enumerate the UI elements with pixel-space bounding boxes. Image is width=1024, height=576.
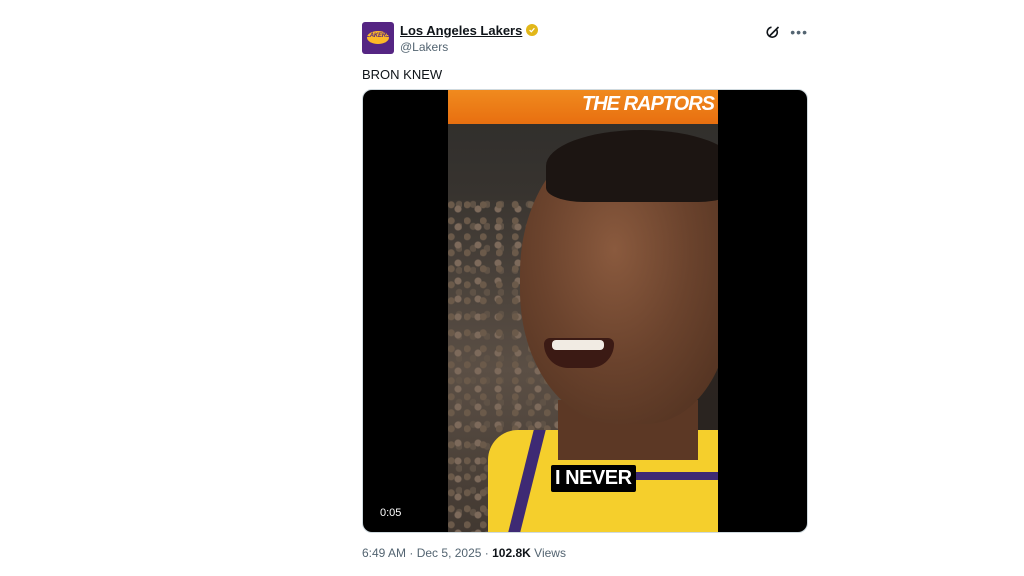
tweet-meta: 6:49 AM · Dec 5, 2025 · 102.8K Views [362,545,808,561]
banner-text: THE RAPTORS [582,93,715,115]
tweet-date[interactable]: Dec 5, 2025 [417,546,482,560]
tweet-actions: ••• [766,24,808,40]
tweet-text: BRON KNEW [362,67,443,82]
avatar[interactable]: LAKERS [362,22,394,54]
more-icon[interactable]: ••• [790,25,808,39]
video-player[interactable]: THE RAPTORS I NEVER 0:05 [362,89,808,533]
verified-badge-icon [526,24,539,36]
meta-separator-2: · [484,546,489,560]
player-teeth [552,340,604,350]
tweet-header: LAKERS Los Angeles Lakers @Lakers ••• [362,18,808,56]
video-caption: I NEVER [551,465,636,492]
meta-separator: · [409,546,414,560]
player-hair [546,130,718,202]
views-count: 102.8K [492,546,531,560]
author-names: Los Angeles Lakers @Lakers [400,22,539,54]
arena-banner: THE RAPTORS [448,90,718,124]
display-name[interactable]: Los Angeles Lakers [400,23,522,38]
video-duration: 0:05 [377,506,405,520]
video-frame: THE RAPTORS I NEVER [448,90,718,532]
tweet-time[interactable]: 6:49 AM [362,546,406,560]
avatar-logo-text: LAKERS [366,33,390,39]
author-handle[interactable]: @Lakers [400,40,538,54]
grok-icon[interactable] [766,24,782,40]
tweet-card: LAKERS Los Angeles Lakers @Lakers ••• BR… [362,18,808,561]
display-name-row: Los Angeles Lakers [400,22,539,38]
views-label: Views [534,546,566,560]
